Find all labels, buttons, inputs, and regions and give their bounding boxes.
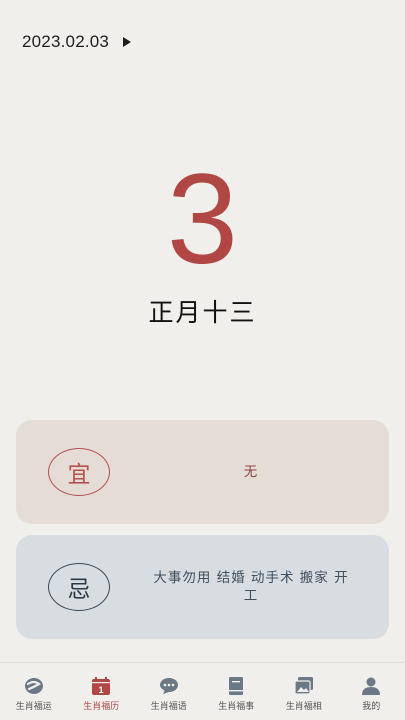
tab-label: 生肖福历 (83, 702, 120, 712)
tab-fortune[interactable]: 生肖福运 (0, 663, 68, 720)
yi-badge: 宜 (48, 448, 110, 496)
calendar-icon: 1 (91, 677, 111, 695)
tab-calendar[interactable]: 1 生肖福历 (68, 663, 136, 720)
tab-gallery[interactable]: 生肖福相 (270, 663, 338, 720)
tab-label: 生肖福事 (218, 702, 255, 712)
fortune-icon (24, 677, 44, 695)
gallery-icon (294, 677, 314, 695)
yi-card: 宜 无 (16, 420, 389, 524)
current-date: 2023.02.03 (22, 32, 110, 51)
tab-label: 生肖福语 (150, 702, 187, 712)
ji-card: 忌 大事勿用 结婚 动手术 搬家 开工 (16, 535, 389, 639)
bottom-tab-bar: 生肖福运 1 生肖福历 生肖福语 生肖福事 生肖福相 我的 (0, 662, 405, 720)
chat-icon (159, 677, 179, 695)
ji-badge: 忌 (48, 563, 110, 611)
profile-icon (361, 677, 381, 695)
tab-label: 我的 (362, 702, 381, 712)
yi-text: 无 (243, 464, 259, 480)
tab-chat[interactable]: 生肖福语 (135, 663, 203, 720)
tab-label: 生肖福运 (15, 702, 52, 712)
calendar-icon-day: 1 (99, 685, 104, 695)
tab-label: 生肖福相 (285, 702, 322, 712)
tab-book[interactable]: 生肖福事 (203, 663, 271, 720)
date-selector[interactable]: 2023.02.03 (22, 30, 132, 54)
play-icon[interactable] (123, 37, 132, 47)
tab-profile[interactable]: 我的 (338, 663, 405, 720)
book-icon (226, 677, 246, 695)
lunar-date: 正月十三 (148, 298, 257, 327)
day-number: 3 (166, 148, 239, 291)
ji-text: 大事勿用 结婚 动手术 搬家 开工 (153, 570, 349, 604)
